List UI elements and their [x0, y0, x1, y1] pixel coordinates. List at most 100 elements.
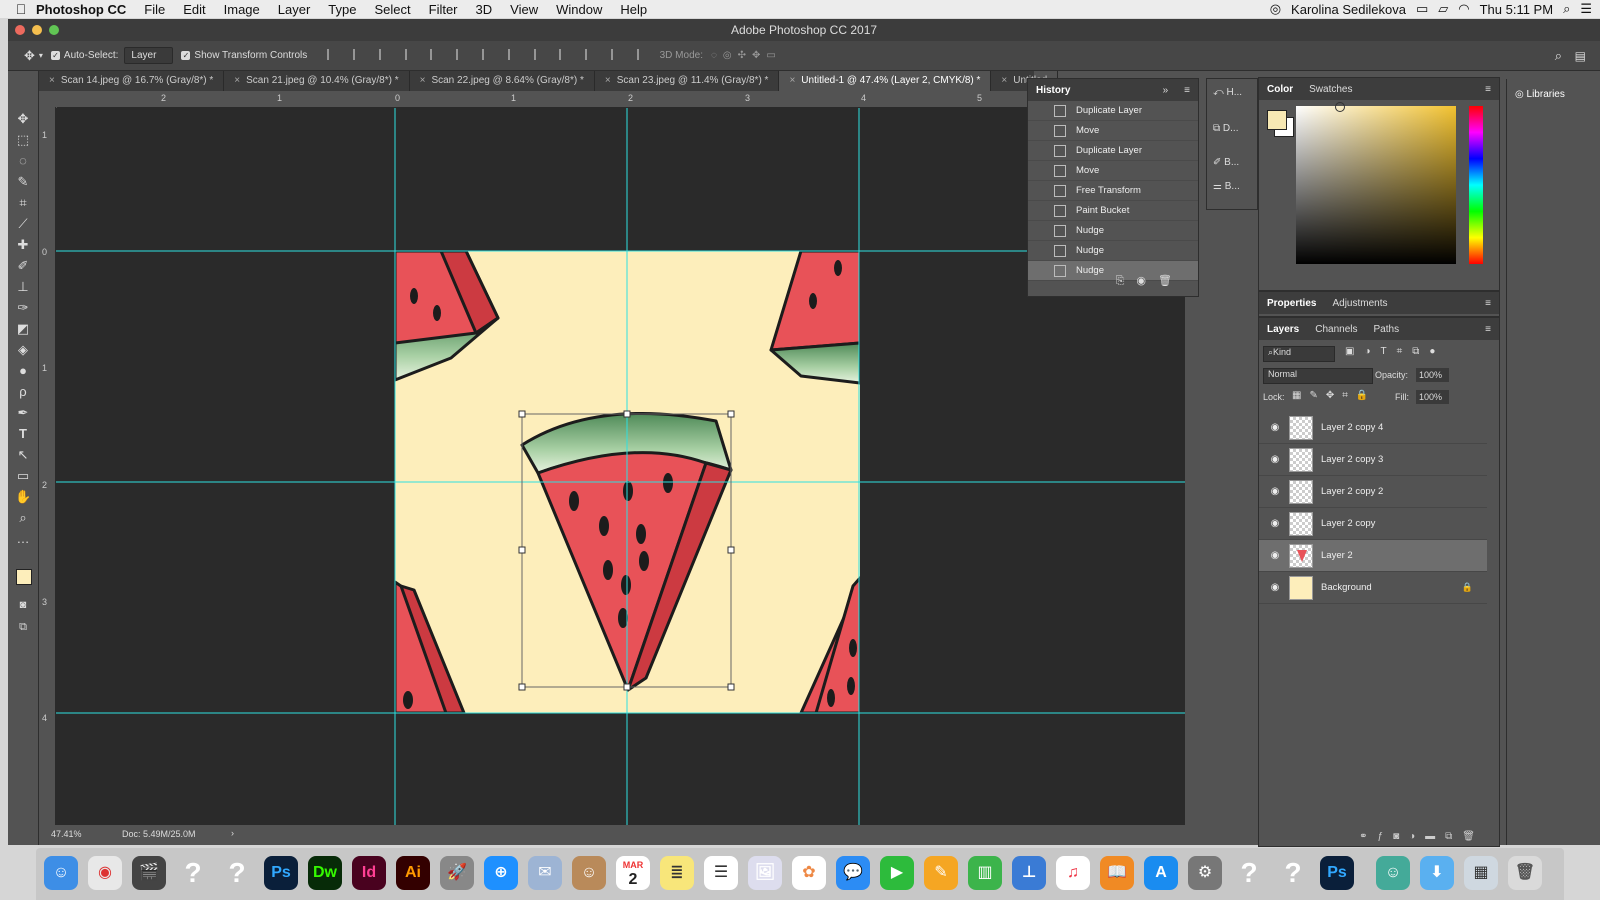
numbers-icon[interactable]: ▥	[968, 856, 1002, 890]
contacts-icon[interactable]: ☺	[572, 856, 606, 890]
panel-menu-icon[interactable]: ≡	[1477, 324, 1499, 335]
history-item[interactable]: Duplicate Layer	[1028, 101, 1198, 121]
color-foreground-swatch[interactable]	[1267, 110, 1287, 130]
tab-adjustments[interactable]: Adjustments	[1324, 298, 1395, 309]
menu-file[interactable]: File	[135, 2, 174, 17]
move-tool-icon[interactable]: ✥	[15, 111, 31, 127]
move-tool-preset-icon[interactable]: ✥	[24, 48, 35, 64]
eye-icon[interactable]: ◉	[1269, 486, 1281, 497]
crop-tool-icon[interactable]: ⌗	[15, 195, 31, 211]
new-group-icon[interactable]: ▬	[1425, 831, 1445, 842]
dodge-tool-icon[interactable]: ρ	[15, 384, 31, 400]
photoshop-icon[interactable]: Ps	[1320, 856, 1354, 890]
chevron-down-icon[interactable]: ▾	[39, 51, 43, 60]
transform-handle[interactable]	[727, 410, 735, 418]
keynote-icon[interactable]: ⊥	[1012, 856, 1046, 890]
auto-align-icon[interactable]	[636, 48, 648, 60]
app-store-icon[interactable]: A	[1144, 856, 1178, 890]
type-tool-icon[interactable]: T	[15, 426, 31, 442]
close-tab-icon[interactable]: ×	[1001, 75, 1007, 86]
color-picker-field[interactable]	[1296, 106, 1456, 264]
new-layer-icon[interactable]: ⧉	[1445, 831, 1462, 842]
notes-icon[interactable]: ≣	[660, 856, 694, 890]
history-item[interactable]: Nudge	[1028, 221, 1198, 241]
chrome-icon[interactable]: ◉	[88, 856, 122, 890]
distribute-left-icon[interactable]	[559, 48, 570, 60]
menu-select[interactable]: Select	[365, 2, 419, 17]
hue-slider[interactable]	[1469, 106, 1483, 264]
tab-properties[interactable]: Properties	[1259, 298, 1324, 309]
distribute-hcenter-icon[interactable]	[585, 48, 596, 60]
system-preferences-icon[interactable]: ⚙	[1188, 856, 1222, 890]
auto-select-checkbox[interactable]: ✓	[50, 51, 60, 60]
zoom-level[interactable]: 47.41%	[51, 829, 82, 839]
align-top-edges-icon[interactable]	[327, 48, 338, 60]
align-vertical-centers-icon[interactable]	[353, 48, 364, 60]
photos-icon[interactable]: ✿	[792, 856, 826, 890]
libraries-button[interactable]: ◎ Libraries	[1515, 89, 1565, 100]
eye-icon[interactable]: ◉	[1269, 582, 1281, 593]
panel-menu-icon[interactable]: ≡	[1477, 84, 1499, 95]
brush-settings-button[interactable]: ⚌ B...	[1213, 181, 1240, 192]
spotlight-icon[interactable]: ⌕	[1563, 1, 1570, 17]
brush-presets-button[interactable]: ✐ B...	[1213, 157, 1239, 168]
history-brush-tool-icon[interactable]: ✑	[15, 300, 31, 316]
show-transform-checkbox[interactable]: ✓	[181, 51, 191, 60]
quick-selection-tool-icon[interactable]: ✎	[15, 174, 31, 190]
tab-scan-14[interactable]: × Scan 14.jpeg @ 16.7% (Gray/8*) *	[39, 71, 225, 91]
dreamweaver-icon[interactable]: Dw	[308, 856, 342, 890]
brush-tool-icon[interactable]: ✐	[15, 258, 31, 274]
status-arrow[interactable]: ›	[231, 828, 234, 838]
user-name[interactable]: Karolina Sedilekova	[1291, 2, 1406, 17]
close-tab-icon[interactable]: ×	[49, 75, 55, 86]
align-horizontal-centers-icon[interactable]	[430, 48, 441, 60]
tab-paths[interactable]: Paths	[1366, 324, 1408, 335]
blur-tool-icon[interactable]: ●	[15, 363, 31, 379]
facetime-icon[interactable]: ▶	[880, 856, 914, 890]
distribute-bottom-icon[interactable]	[533, 48, 545, 60]
finder-icon[interactable]: ☺	[44, 856, 78, 890]
transform-handle[interactable]	[518, 683, 526, 691]
indesign-icon[interactable]: Id	[352, 856, 386, 890]
mail-icon[interactable]: ✉	[528, 856, 562, 890]
layer-row[interactable]: ◉ Layer 2 copy 4	[1259, 412, 1487, 444]
tab-color[interactable]: Color	[1259, 84, 1301, 95]
tab-untitled-1[interactable]: × Untitled-1 @ 47.4% (Layer 2, CMYK/8) *	[779, 71, 992, 91]
color-picker-cursor[interactable]	[1335, 102, 1345, 112]
wifi-icon[interactable]: ◠	[1458, 1, 1469, 17]
transform-handle[interactable]	[518, 546, 526, 554]
menu-filter[interactable]: Filter	[420, 2, 467, 17]
align-bottom-edges-icon[interactable]	[378, 48, 390, 60]
clock[interactable]: Thu 5:11 PM	[1480, 2, 1553, 17]
eraser-tool-icon[interactable]: ◩	[15, 321, 31, 337]
transform-handle[interactable]	[518, 410, 526, 418]
transform-handle[interactable]	[727, 683, 735, 691]
calendar-icon[interactable]: MAR 2	[616, 856, 650, 890]
distribute-vcenter-icon[interactable]	[507, 48, 519, 60]
collapse-icon[interactable]: »	[1155, 85, 1177, 96]
safari-icon[interactable]: ⊕	[484, 856, 518, 890]
canvas-area[interactable]	[56, 108, 1185, 825]
screen-mode-icon[interactable]: ⧉	[15, 619, 31, 635]
hand-tool-icon[interactable]: ✋	[15, 489, 31, 505]
paint-bucket-tool-icon[interactable]: ◈	[15, 342, 31, 358]
unknown-app-icon[interactable]: ?	[1276, 856, 1310, 890]
history-item[interactable]: Move	[1028, 121, 1198, 141]
adjustment-layer-icon[interactable]: ◑	[1409, 831, 1425, 842]
align-left-edges-icon[interactable]	[404, 48, 416, 60]
distribute-top-icon[interactable]	[481, 48, 493, 60]
unknown-app-icon[interactable]: ?	[220, 856, 254, 890]
close-tab-icon[interactable]: ×	[420, 75, 426, 86]
lasso-tool-icon[interactable]: ◌	[15, 153, 31, 169]
history-item[interactable]: Move	[1028, 161, 1198, 181]
snapshot-camera-icon[interactable]: ◉	[1136, 275, 1158, 287]
applications-folder-icon[interactable]: ▦	[1464, 856, 1498, 890]
creative-cloud-icon[interactable]: ◎	[1270, 1, 1281, 17]
downloads-folder-icon[interactable]: ⬇	[1420, 856, 1454, 890]
apple-icon[interactable]: 	[10, 1, 32, 17]
transform-handle[interactable]	[623, 410, 631, 418]
eyedropper-tool-icon[interactable]: ⟋	[15, 216, 31, 232]
unknown-app-icon[interactable]: ?	[1232, 856, 1266, 890]
align-right-edges-icon[interactable]	[456, 48, 467, 60]
search-icon[interactable]: ⌕	[1555, 48, 1562, 64]
